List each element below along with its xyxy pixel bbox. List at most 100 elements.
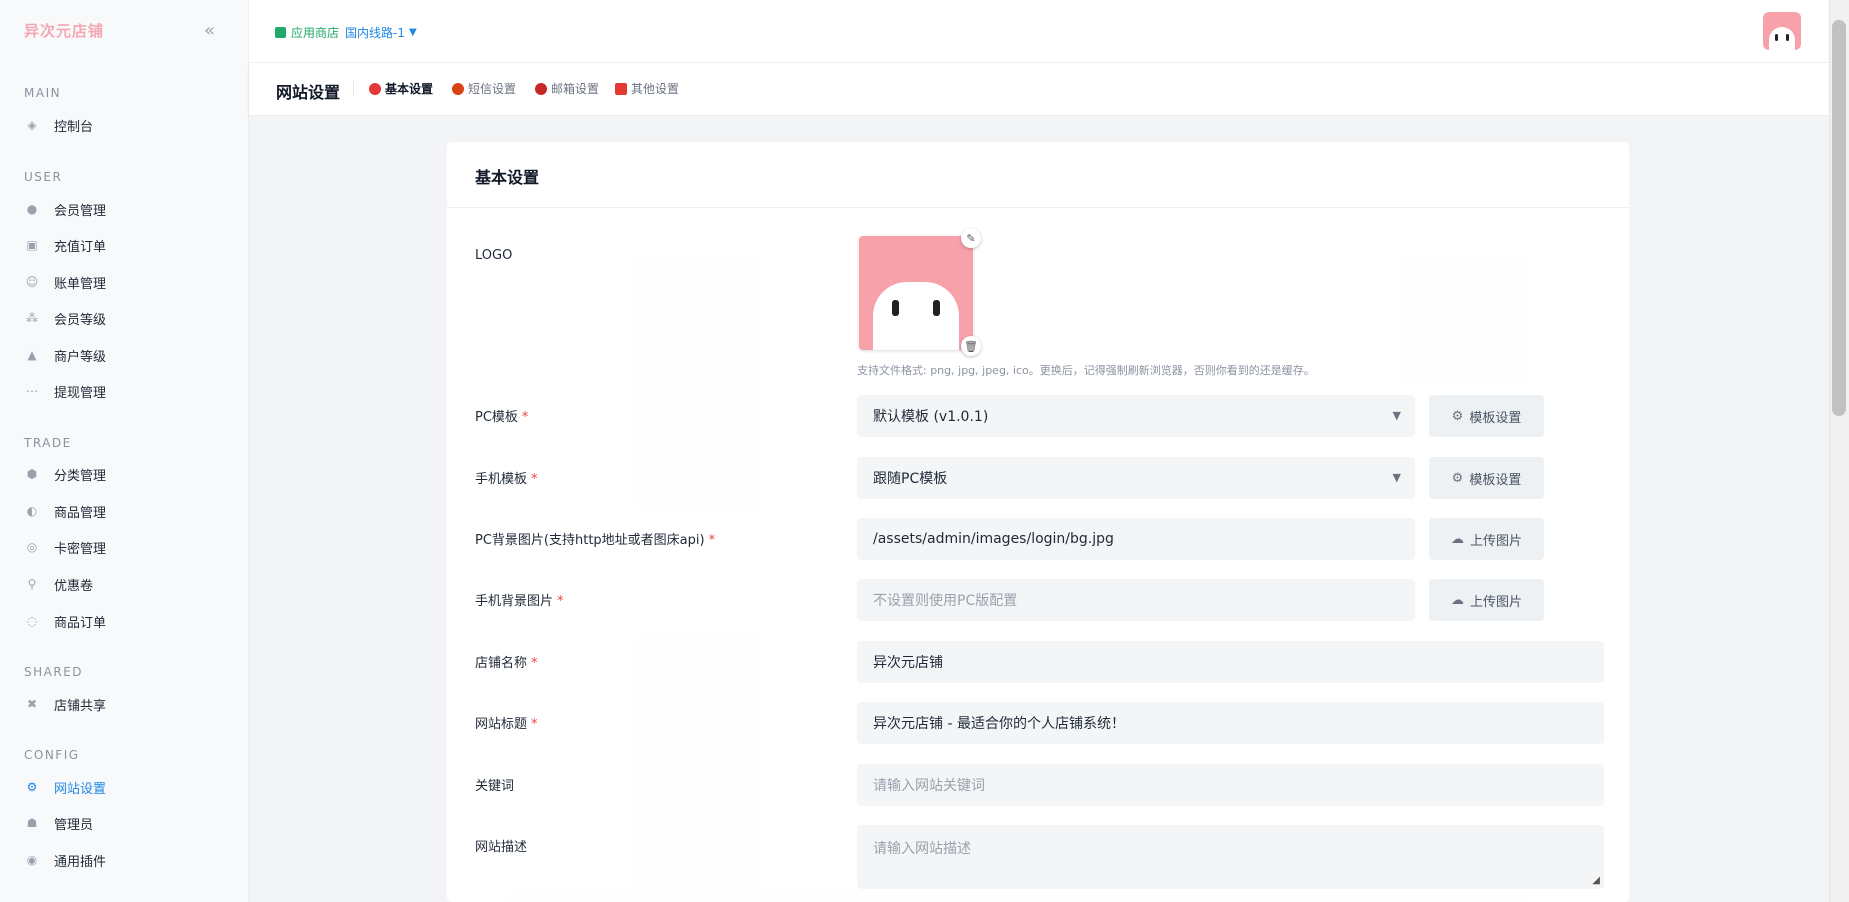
card-icon: ◎: [26, 540, 38, 554]
store-route-selector[interactable]: 应用商店 国内线路-1 ▼: [275, 24, 417, 41]
label-text: 网站标题: [475, 717, 528, 732]
sidebar-item-label: 账单管理: [54, 276, 107, 292]
sidebar-item-label: 控制台: [54, 119, 94, 135]
tab-sms-icon: [452, 82, 464, 95]
order-icon: ◌: [26, 614, 38, 628]
tab-basic-settings[interactable]: 基本设置: [369, 80, 433, 97]
site-title-input[interactable]: 异次元店铺 - 最适合你的个人店铺系统！: [857, 702, 1604, 744]
required-mark: *: [557, 594, 564, 609]
product-icon: ◐: [26, 504, 38, 518]
tab-sms-settings[interactable]: 短信设置: [452, 80, 516, 97]
settings-icon: ⚙: [26, 780, 38, 794]
sidebar-item-admins[interactable]: ☗ 管理员: [24, 813, 93, 833]
sidebar: 异次元店铺 « MAIN ◈ 控制台 USER ● 会员管理 ▣ 充值订单 ☺ …: [0, 0, 249, 902]
resize-handle-icon[interactable]: ◢: [1592, 875, 1600, 886]
chevron-down-icon: ▼: [1392, 471, 1401, 484]
pc-template-settings-button[interactable]: ⚙ 模板设置: [1429, 395, 1544, 437]
chevron-down-icon: ▼: [408, 27, 417, 38]
bill-icon: ☺: [25, 275, 39, 289]
sidebar-item-categories[interactable]: ⬢ 分类管理: [24, 464, 106, 484]
tab-label: 短信设置: [468, 82, 517, 96]
sidebar-item-label: 商户等级: [54, 349, 107, 365]
sidebar-item-members[interactable]: ● 会员管理: [24, 199, 106, 219]
tab-other-settings[interactable]: 其他设置: [615, 80, 679, 97]
sidebar-item-label: 卡密管理: [54, 541, 107, 557]
tab-label: 其他设置: [631, 82, 680, 96]
required-mark: *: [531, 717, 538, 732]
required-mark: *: [531, 656, 538, 671]
pc-background-upload-button[interactable]: ☁ 上传图片: [1429, 518, 1544, 560]
sidebar-item-card-keys[interactable]: ◎ 卡密管理: [24, 537, 106, 557]
tab-email-settings[interactable]: 邮箱设置: [535, 80, 599, 97]
scrollbar-thumb[interactable]: [1832, 20, 1846, 416]
tab-label: 邮箱设置: [551, 82, 600, 96]
sidebar-item-label: 通用插件: [54, 854, 107, 870]
store-icon: [275, 27, 286, 38]
sidebar-item-recharge-orders[interactable]: ▣ 充值订单: [24, 235, 106, 255]
description-textarea[interactable]: 请输入网站描述 ◢: [857, 825, 1604, 889]
mobile-template-label: 手机模板 *: [475, 468, 538, 487]
sidebar-item-label: 提现管理: [54, 385, 107, 401]
logo-hint: 支持文件格式: png, jpg, jpeg, ico。更换后，记得强制刷新浏览…: [857, 364, 1315, 377]
user-avatar[interactable]: [1763, 12, 1801, 50]
mobile-background-input[interactable]: 不设置则使用PC版配置: [857, 579, 1415, 621]
sidebar-item-label: 会员管理: [54, 203, 107, 219]
top-bar: 应用商店 国内线路-1 ▼: [249, 0, 1829, 63]
tab-email-icon: [535, 82, 547, 95]
withdraw-icon: ⋯: [26, 384, 38, 398]
coupon-icon: ⚲: [27, 577, 37, 591]
sidebar-item-member-levels[interactable]: ⁂ 会员等级: [24, 308, 106, 328]
nav-section-trade: TRADE: [24, 436, 72, 450]
keywords-label: 关键词: [475, 779, 515, 794]
keywords-input[interactable]: 请输入网站关键词: [857, 764, 1604, 806]
mobile-template-settings-button[interactable]: ⚙ 模板设置: [1429, 457, 1544, 499]
select-value: 默认模板 (v1.0.1): [873, 409, 989, 425]
label-text: 店铺名称: [475, 656, 528, 671]
sidebar-item-plugins[interactable]: ◉ 通用插件: [24, 850, 106, 870]
sidebar-item-label: 分类管理: [54, 468, 107, 484]
pc-template-select[interactable]: 默认模板 (v1.0.1) ▼: [857, 395, 1415, 437]
shop-name-input[interactable]: 异次元店铺: [857, 641, 1604, 683]
merchant-icon: ▲: [27, 348, 37, 362]
placeholder-text: 请输入网站描述: [873, 841, 971, 857]
cloud-upload-icon: ☁: [1450, 531, 1464, 547]
required-mark: *: [521, 410, 529, 425]
mobile-background-upload-button[interactable]: ☁ 上传图片: [1429, 579, 1544, 621]
sidebar-item-products[interactable]: ◐ 商品管理: [24, 501, 106, 521]
logo-eye: [933, 300, 940, 316]
user-icon: ●: [26, 202, 38, 216]
sidebar-item-dashboard[interactable]: ◈ 控制台: [24, 115, 93, 135]
sidebar-item-label: 商品管理: [54, 505, 107, 521]
sidebar-item-merchant-levels[interactable]: ▲ 商户等级: [24, 345, 106, 365]
description-label: 网站描述: [475, 840, 528, 855]
sidebar-item-label: 店铺共享: [54, 698, 107, 714]
label-text: 手机背景图片: [475, 594, 554, 609]
select-value: 跟随PC模板: [873, 471, 948, 487]
admin-icon: ☗: [26, 816, 38, 830]
logo-face: [873, 282, 959, 350]
pc-background-label: PC背景图片(支持http地址或者图床api) *: [475, 529, 715, 548]
pc-template-label: PC模板 *: [475, 406, 528, 425]
sidebar-item-withdrawals[interactable]: ⋯ 提现管理: [24, 381, 106, 401]
delete-logo-icon[interactable]: 🗑: [961, 336, 981, 356]
sidebar-item-coupons[interactable]: ⚲ 优惠卷: [24, 574, 93, 594]
sidebar-item-product-orders[interactable]: ◌ 商品订单: [24, 611, 106, 631]
card-divider: [447, 207, 1629, 208]
required-mark: *: [708, 533, 716, 548]
pc-background-input[interactable]: /assets/admin/images/login/bg.jpg: [857, 518, 1415, 560]
sidebar-item-label: 充值订单: [54, 239, 107, 255]
edit-logo-icon[interactable]: ✎: [961, 228, 981, 248]
sidebar-item-label: 会员等级: [54, 312, 107, 328]
collapse-sidebar-icon[interactable]: «: [204, 20, 215, 41]
page-header: 网站设置 基本设置 短信设置 邮箱设置 其他设置: [249, 63, 1829, 115]
logo-eye: [892, 300, 899, 316]
sidebar-item-bills[interactable]: ☺ 账单管理: [24, 272, 106, 292]
label-text: PC背景图片(支持http地址或者图床api): [475, 533, 705, 548]
logo-preview: [859, 236, 973, 350]
brand-logo[interactable]: 异次元店铺: [24, 20, 104, 41]
button-label: 模板设置: [1469, 472, 1522, 488]
mobile-template-select[interactable]: 跟随PC模板 ▼: [857, 457, 1415, 499]
sidebar-item-shop-share[interactable]: ✖ 店铺共享: [24, 694, 106, 714]
button-label: 上传图片: [1469, 594, 1522, 610]
sidebar-item-site-settings[interactable]: ⚙ 网站设置: [24, 777, 106, 797]
